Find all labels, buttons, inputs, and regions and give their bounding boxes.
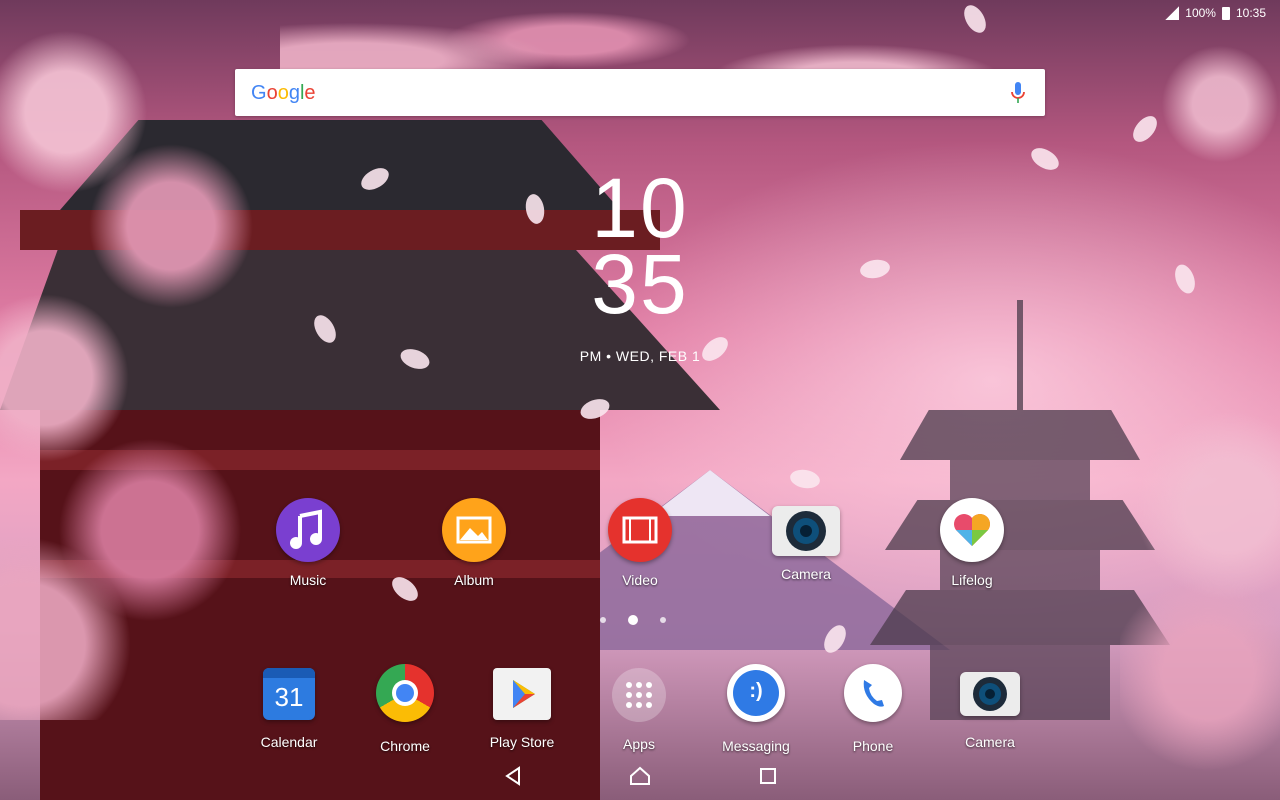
navigation-bar — [0, 750, 1280, 800]
pagoda-tier — [900, 410, 1140, 460]
chrome-icon — [376, 664, 434, 722]
pagoda-spire — [1017, 300, 1023, 410]
app-label: Video — [622, 572, 658, 588]
app-camera[interactable]: Camera — [746, 498, 866, 582]
page-dot[interactable] — [600, 617, 606, 623]
calendar-icon: 31 — [263, 668, 315, 720]
clock-hour: 10 — [591, 161, 689, 255]
apps-drawer-icon — [612, 668, 666, 722]
camera-icon — [960, 672, 1020, 716]
status-bar: 100% 10:35 — [1165, 0, 1280, 26]
chrome-center — [396, 684, 414, 702]
calendar-day: 31 — [274, 682, 304, 712]
google-logo: Google — [251, 82, 316, 104]
camera-icon — [772, 506, 840, 556]
app-label: Album — [454, 572, 494, 588]
app-label: Play Store — [489, 734, 555, 750]
battery-percent: 100% — [1185, 6, 1216, 20]
dock-calendar[interactable]: 31 Calendar — [229, 664, 349, 750]
dock-camera[interactable]: Camera — [930, 664, 1050, 750]
app-album[interactable]: Album — [414, 498, 534, 588]
battery-icon — [1221, 6, 1230, 20]
page-indicator[interactable] — [600, 615, 666, 625]
app-label: Lifelog — [951, 572, 993, 588]
dock-phone[interactable]: Phone — [813, 664, 933, 754]
signal-icon — [1165, 6, 1180, 20]
lifelog-icon — [940, 498, 1004, 562]
app-label: Music — [289, 572, 327, 588]
google-search-bar[interactable]: Google — [235, 69, 1045, 116]
dock-messaging[interactable]: :) Messaging — [696, 664, 816, 754]
clock-date: PM • WED, FEB 1 — [579, 348, 701, 364]
play-store-icon — [493, 668, 551, 720]
messaging-icon: :) — [727, 664, 785, 722]
dock-chrome[interactable]: Chrome — [345, 664, 465, 754]
clock-minute: 35 — [591, 237, 689, 331]
clock-widget[interactable]: 10 35 — [560, 161, 720, 331]
app-video[interactable]: Video — [580, 498, 700, 588]
app-label: Camera — [965, 734, 1015, 750]
messaging-smiley: :) — [749, 680, 763, 702]
recents-icon[interactable] — [754, 762, 782, 790]
calendar-header — [263, 668, 315, 678]
page-dot-active[interactable] — [628, 615, 638, 625]
home-icon[interactable] — [626, 762, 654, 790]
cherry-blossom-top-right — [1150, 0, 1280, 260]
status-time: 10:35 — [1235, 6, 1266, 20]
app-label: Calendar — [260, 734, 318, 750]
dock-play-store[interactable]: Play Store — [462, 664, 582, 750]
app-label: Camera — [781, 566, 831, 582]
pagoda-body — [950, 460, 1090, 500]
phone-icon — [844, 664, 902, 722]
app-music[interactable]: Music — [248, 498, 368, 588]
mic-icon[interactable] — [1009, 81, 1027, 105]
video-icon — [608, 498, 672, 562]
album-icon — [442, 498, 506, 562]
page-dot[interactable] — [660, 617, 666, 623]
app-lifelog[interactable]: Lifelog — [912, 498, 1032, 588]
dock-apps[interactable]: Apps — [579, 664, 699, 752]
cherry-blossom-right — [1120, 380, 1280, 800]
back-icon[interactable] — [499, 762, 527, 790]
music-icon — [276, 498, 340, 562]
